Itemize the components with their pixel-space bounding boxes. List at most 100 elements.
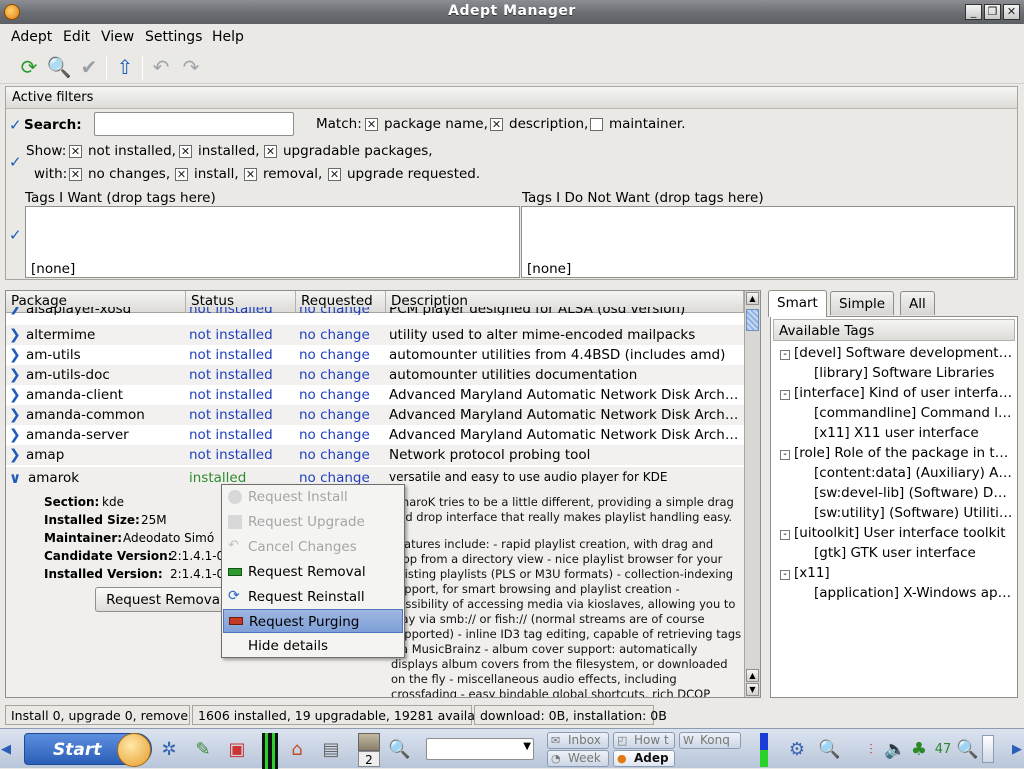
tag-group[interactable]: [devel] Software development / Programmi… <box>794 345 1014 361</box>
audio-mixer-icon[interactable]: ⫶ <box>860 739 882 761</box>
scroll-up-icon[interactable]: ▲ <box>746 669 759 682</box>
chevron-down-icon[interactable]: ✓ <box>9 116 22 134</box>
package-list-scrollbar[interactable]: ▲ ▲ ▼ <box>744 291 760 697</box>
collapse-icon[interactable]: - <box>780 530 790 540</box>
table-row[interactable]: ❯ amanda-common not installed no change … <box>6 405 744 425</box>
tags-not-want-dropzone[interactable]: [none] <box>521 206 1015 278</box>
tags-want-dropzone[interactable]: [none] <box>25 206 520 278</box>
with-removal-checkbox[interactable]: ✕ <box>244 168 257 181</box>
fetch-updates-icon[interactable]: ⟳ <box>16 54 42 80</box>
request-removal-button[interactable]: Request Removal <box>95 587 235 612</box>
system-monitor-icon[interactable] <box>262 733 278 769</box>
chevron-right-icon[interactable]: ❯ <box>9 427 21 443</box>
chevron-right-icon[interactable]: ❯ <box>9 447 21 463</box>
tag-item[interactable]: [sw:devel-lib] (Software) Development Li… <box>814 485 1014 501</box>
task-week[interactable]: ◔ Week <box>547 750 609 767</box>
chevron-down-icon[interactable]: ✓ <box>9 153 22 171</box>
match-maintainer-checkbox[interactable] <box>590 118 603 131</box>
task-howto[interactable]: ◰ How t <box>613 732 675 749</box>
chevron-right-icon[interactable]: ❯ <box>9 407 21 423</box>
tag-group[interactable]: [role] Role of the package in the archiv… <box>794 445 1014 461</box>
table-row[interactable]: ❯ amanda-server not installed no change … <box>6 425 744 445</box>
tab-all[interactable]: All <box>900 291 935 315</box>
chevron-right-icon[interactable]: ❯ <box>9 307 21 315</box>
tag-item[interactable]: [x11] X11 user interface <box>814 425 1014 441</box>
tag-item[interactable]: [application] X-Windows application <box>814 585 1014 601</box>
table-row[interactable]: ❯ am-utils-doc not installed no change a… <box>6 365 744 385</box>
tag-item[interactable]: [sw:utility] (Software) Utilities and To… <box>814 505 1014 521</box>
scroll-down-icon[interactable]: ▼ <box>746 683 759 696</box>
menu-request-reinstall[interactable]: ⟳ Request Reinstall <box>223 585 403 609</box>
filters-header[interactable]: Active filters <box>6 87 1017 109</box>
table-row[interactable]: ❯ amanda-client not installed no change … <box>6 385 744 405</box>
magnifier-icon[interactable]: 🔍 <box>956 739 978 761</box>
apply-changes-icon[interactable]: ✔ <box>76 54 102 80</box>
taskbar-right-arrow-icon[interactable]: ▶ <box>1010 739 1024 761</box>
task-adept[interactable]: ● Adep <box>613 750 675 767</box>
chevron-down-icon[interactable]: ▼ <box>523 741 531 752</box>
collapse-icon[interactable]: - <box>780 350 790 360</box>
tag-item[interactable]: [commandline] Command line interface <box>814 405 1014 421</box>
match-package-name-checkbox[interactable]: ✕ <box>365 118 378 131</box>
chevron-down-icon[interactable]: ∨ <box>9 469 21 487</box>
network-icon[interactable]: ⚙ <box>786 739 808 761</box>
collapse-icon[interactable]: - <box>780 390 790 400</box>
collapse-icon[interactable]: - <box>780 450 790 460</box>
maximize-button[interactable]: ❐ <box>984 4 1001 20</box>
collapse-icon[interactable]: - <box>780 570 790 580</box>
table-row[interactable]: ❯ amap not installed no change Network p… <box>6 445 744 465</box>
table-row[interactable]: ❯ alsaplayer-xosd not installed no chang… <box>6 307 744 315</box>
show-not-installed-checkbox[interactable]: ✕ <box>69 145 82 158</box>
file-manager-icon[interactable]: ▤ <box>320 739 342 761</box>
tab-simple[interactable]: Simple <box>830 291 895 315</box>
menu-hide-details[interactable]: Hide details <box>223 634 403 658</box>
speaker-icon[interactable]: 🔈 <box>884 739 906 761</box>
with-install-checkbox[interactable]: ✕ <box>175 168 188 181</box>
home-icon[interactable]: ⌂ <box>286 739 308 761</box>
menu-adept[interactable]: Adept <box>11 29 52 45</box>
task-konqueror[interactable]: W Konq <box>679 732 741 749</box>
zoom-icon[interactable]: 🔍 <box>818 739 840 761</box>
upgrade-icon[interactable]: ⇧ <box>112 54 138 80</box>
search-input[interactable] <box>94 112 294 136</box>
menu-request-upgrade[interactable]: Request Upgrade <box>223 510 403 534</box>
editor-icon[interactable]: ✎ <box>192 739 214 761</box>
with-no-changes-checkbox[interactable]: ✕ <box>69 168 82 181</box>
chevron-down-icon[interactable]: ✓ <box>9 226 22 244</box>
chevron-right-icon[interactable]: ❯ <box>9 367 21 383</box>
menu-settings[interactable]: Settings <box>145 29 202 45</box>
menu-help[interactable]: Help <box>212 29 244 45</box>
search-icon[interactable]: 🔍 <box>388 739 410 761</box>
taskbar-command-input[interactable]: ▼ <box>426 738 534 760</box>
tag-item[interactable]: [library] Software Libraries <box>814 365 1014 381</box>
tab-smart[interactable]: Smart <box>768 290 827 317</box>
desktop-number[interactable]: 2 <box>358 751 380 767</box>
show-installed-checkbox[interactable]: ✕ <box>179 145 192 158</box>
scroll-up-icon[interactable]: ▲ <box>746 292 759 305</box>
taskbar-left-arrow-icon[interactable]: ◀ <box>0 739 12 761</box>
task-inbox[interactable]: ✉ Inbox <box>547 732 609 749</box>
menu-request-install[interactable]: Request Install <box>223 485 403 509</box>
close-button[interactable]: ✕ <box>1003 4 1020 20</box>
match-description-checkbox[interactable]: ✕ <box>490 118 503 131</box>
show-upgradable-checkbox[interactable]: ✕ <box>264 145 277 158</box>
chevron-right-icon[interactable]: ❯ <box>9 347 21 363</box>
terminal-icon[interactable]: ▣ <box>226 739 248 761</box>
start-button[interactable]: Start <box>24 733 152 767</box>
undo-icon[interactable]: ↶ <box>148 54 174 80</box>
scrollbar-thumb[interactable] <box>746 309 759 331</box>
tag-item[interactable]: [gtk] GTK user interface <box>814 545 1014 561</box>
chevron-right-icon[interactable]: ❯ <box>9 327 21 343</box>
menu-view[interactable]: View <box>101 29 134 45</box>
table-row[interactable]: ❯ am-utils not installed no change autom… <box>6 345 744 365</box>
tag-group[interactable]: [x11] <box>794 565 1014 581</box>
tag-group[interactable]: [uitoolkit] User interface toolkit <box>794 525 1014 541</box>
tag-tree-header[interactable]: Available Tags <box>773 319 1015 341</box>
volume-meter-icon[interactable] <box>760 733 768 767</box>
menu-cancel-changes[interactable]: ↶ Cancel Changes <box>223 535 403 559</box>
tag-item[interactable]: [content:data] (Auxiliary) Application d… <box>814 465 1014 481</box>
full-upgrade-icon[interactable]: 🔍 <box>46 54 72 80</box>
with-upgrade-requested-checkbox[interactable]: ✕ <box>328 168 341 181</box>
minimize-button[interactable]: _ <box>965 4 982 20</box>
menu-request-removal[interactable]: Request Removal <box>223 560 403 584</box>
